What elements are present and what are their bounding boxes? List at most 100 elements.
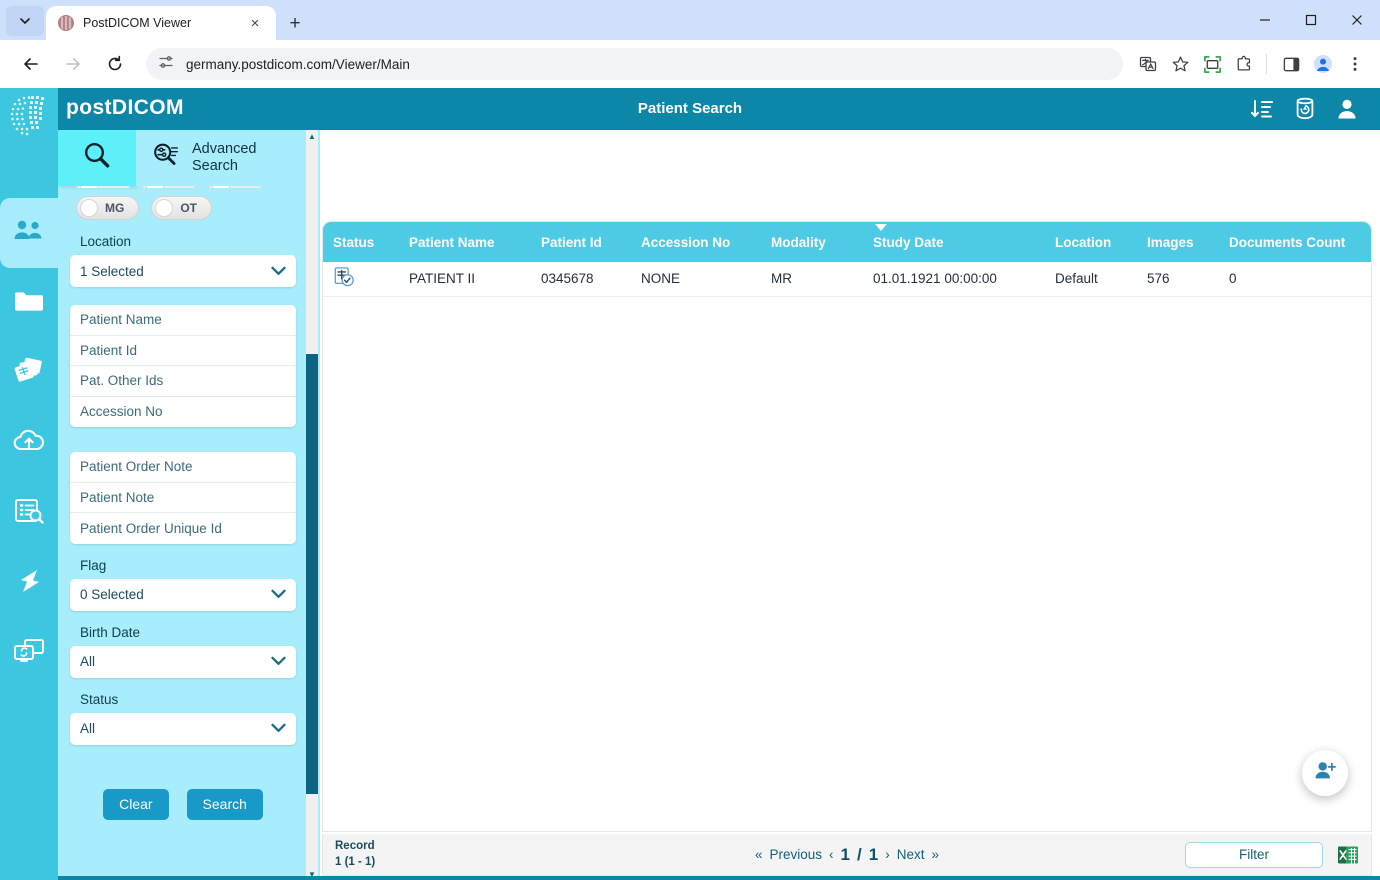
app-header: postDICOM Patient Search xyxy=(0,88,1380,130)
sidebar-item-worklist[interactable] xyxy=(0,478,58,548)
results-table-body: PATIENT II 0345678 NONE MR 01.01.1921 00… xyxy=(323,262,1371,296)
column-header-accession-no[interactable]: Accession No xyxy=(631,222,761,262)
patient-name-input[interactable]: Patient Name xyxy=(70,305,296,336)
modality-toggle-clipped[interactable] xyxy=(76,186,130,188)
sidebar-item-patients[interactable] xyxy=(0,198,58,268)
cell-accession-no: NONE xyxy=(631,262,761,296)
page-title: Patient Search xyxy=(0,100,1380,117)
modality-toggles-row: MG OT xyxy=(70,196,296,220)
patient-note-input[interactable]: Patient Note xyxy=(70,483,296,514)
first-page-button[interactable]: « xyxy=(755,847,763,862)
browser-tab-strip: PostDICOM Viewer × + xyxy=(0,0,1380,40)
window-maximize-button[interactable] xyxy=(1288,0,1334,40)
birth-date-select[interactable]: All xyxy=(70,646,296,678)
add-patient-button[interactable] xyxy=(1302,750,1348,796)
window-close-button[interactable] xyxy=(1334,0,1380,40)
close-tab-icon[interactable]: × xyxy=(244,12,266,34)
window-controls xyxy=(1242,0,1380,40)
postdicom-app: postDICOM Patient Search xyxy=(0,88,1380,880)
previous-arrow-icon[interactable]: ‹ xyxy=(829,847,834,862)
birth-date-label: Birth Date xyxy=(70,611,296,646)
column-header-patient-name[interactable]: Patient Name xyxy=(399,222,531,262)
user-account-icon[interactable] xyxy=(1336,97,1358,121)
next-arrow-icon[interactable]: › xyxy=(885,847,890,862)
three-dot-menu-icon[interactable] xyxy=(1340,49,1370,79)
patient-order-note-input[interactable]: Patient Order Note xyxy=(70,452,296,483)
cell-study-date: 01.01.1921 00:00:00 xyxy=(863,262,1045,296)
location-label: Location xyxy=(70,220,296,255)
recycle-bin-icon[interactable] xyxy=(1294,97,1316,121)
cloud-upload-icon xyxy=(12,428,46,459)
scrollbar-thumb[interactable] xyxy=(306,354,318,794)
address-bar[interactable]: germany.postdicom.com/Viewer/Main xyxy=(146,48,1123,80)
bookmark-star-icon[interactable] xyxy=(1165,49,1195,79)
current-page: 1 xyxy=(841,845,850,865)
excel-export-icon[interactable] xyxy=(1337,844,1359,866)
modality-toggle-ot[interactable]: OT xyxy=(151,196,212,220)
modality-toggle-clipped[interactable] xyxy=(208,186,262,188)
tab-advanced-search[interactable]: Advanced Search xyxy=(136,130,320,186)
study-cards-icon xyxy=(13,357,45,390)
add-user-icon xyxy=(1313,760,1337,787)
filter-button[interactable]: Filter xyxy=(1185,842,1323,868)
browser-tab[interactable]: PostDICOM Viewer × xyxy=(46,6,276,40)
column-header-modality[interactable]: Modality xyxy=(761,222,863,262)
report-verified-icon[interactable] xyxy=(333,276,355,291)
forward-arrow-icon[interactable] xyxy=(57,48,89,80)
search-button[interactable]: Search xyxy=(187,789,263,820)
sort-list-icon[interactable] xyxy=(1250,98,1274,120)
patient-id-input[interactable]: Patient Id xyxy=(70,336,296,367)
header-icon-group xyxy=(1250,88,1358,130)
sidebar-item-remote[interactable] xyxy=(0,618,58,688)
tab-search-chevron-icon[interactable] xyxy=(6,6,44,36)
toggle-knob-icon xyxy=(80,199,98,217)
screen-capture-icon[interactable] xyxy=(1197,49,1227,79)
sidebar-item-sync[interactable] xyxy=(0,548,58,618)
location-value: 1 Selected xyxy=(80,264,271,279)
modality-toggle-mg[interactable]: MG xyxy=(76,196,139,220)
cell-location: Default xyxy=(1045,262,1137,296)
site-settings-icon[interactable] xyxy=(158,54,174,75)
cell-status[interactable] xyxy=(323,262,399,296)
column-header-documents-count[interactable]: Documents Count xyxy=(1219,222,1371,262)
sidebar-item-studies[interactable] xyxy=(0,338,58,408)
sidebar-item-upload[interactable] xyxy=(0,408,58,478)
column-header-study-date[interactable]: Study Date xyxy=(863,222,1045,262)
next-page-button[interactable]: Next xyxy=(897,847,925,862)
pat-other-ids-input[interactable]: Pat. Other Ids xyxy=(70,366,296,397)
column-header-location[interactable]: Location xyxy=(1045,222,1137,262)
cell-documents-count: 0 xyxy=(1219,262,1371,296)
patient-order-unique-id-input[interactable]: Patient Order Unique Id xyxy=(70,513,296,544)
advanced-search-icon xyxy=(150,140,182,177)
translate-icon[interactable] xyxy=(1133,49,1163,79)
status-label: Status xyxy=(70,678,296,713)
status-select[interactable]: All xyxy=(70,713,296,745)
flag-select[interactable]: 0 Selected xyxy=(70,579,296,611)
side-panel-icon[interactable] xyxy=(1276,49,1306,79)
column-header-status[interactable]: Status xyxy=(323,222,399,262)
last-page-button[interactable]: » xyxy=(931,847,939,862)
profile-avatar-icon[interactable] xyxy=(1308,49,1338,79)
identity-input-group: Patient Name Patient Id Pat. Other Ids A… xyxy=(70,305,296,427)
search-panel-scroll-content: MG OT Location 1 Selected Patient Name xyxy=(58,186,308,880)
extensions-puzzle-icon[interactable] xyxy=(1229,49,1259,79)
back-arrow-icon[interactable] xyxy=(15,48,47,80)
browser-toolbar: germany.postdicom.com/Viewer/Main xyxy=(0,40,1380,88)
tab-basic-search[interactable] xyxy=(58,130,136,186)
reload-icon[interactable] xyxy=(99,48,131,80)
search-panel-scrollbar[interactable]: ▲ ▼ xyxy=(306,130,318,880)
window-minimize-button[interactable] xyxy=(1242,0,1288,40)
accession-no-input[interactable]: Accession No xyxy=(70,397,296,428)
tab-favicon-icon xyxy=(58,15,74,31)
column-header-images[interactable]: Images xyxy=(1137,222,1219,262)
total-pages: 1 xyxy=(869,845,878,865)
new-tab-icon[interactable]: + xyxy=(284,12,306,34)
scroll-up-arrow-icon[interactable]: ▲ xyxy=(306,130,318,142)
table-row[interactable]: PATIENT II 0345678 NONE MR 01.01.1921 00… xyxy=(323,262,1371,296)
modality-toggle-clipped[interactable] xyxy=(142,186,196,188)
column-header-patient-id[interactable]: Patient Id xyxy=(531,222,631,262)
location-select[interactable]: 1 Selected xyxy=(70,255,296,287)
previous-page-button[interactable]: Previous xyxy=(770,847,823,862)
clear-button[interactable]: Clear xyxy=(103,789,168,820)
sidebar-item-folders[interactable] xyxy=(0,268,58,338)
